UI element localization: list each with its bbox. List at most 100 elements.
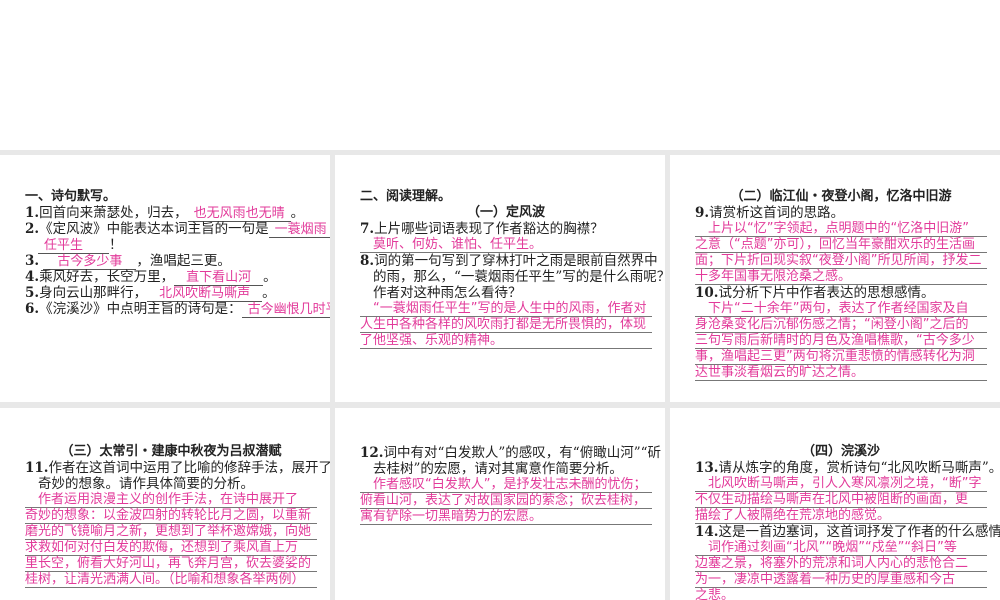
- item-text: ，渔唱起三更。: [136, 253, 231, 269]
- section-heading: 一、诗句默写。: [25, 189, 117, 204]
- answer-line: 磨光的飞镜喻月之新，更想到了举杯邀嫦娥，向她: [25, 524, 317, 540]
- item-number: 3.: [25, 253, 40, 269]
- item-text: 身向云山那畔行，: [39, 285, 148, 301]
- dictation-item-6: 6.《浣溪沙》中点明主旨的诗句是：古今幽恨几时平！: [25, 301, 330, 318]
- question-10: 10.试分析下片中作者表达的思想感情。: [695, 285, 987, 301]
- question-7: 7.上片哪些词语表现了作者豁达的胸襟？: [360, 221, 652, 237]
- answer-line: 了他坚强、乐观的精神。: [360, 333, 652, 349]
- question-number: 14.: [695, 524, 719, 540]
- item-text: 乘风好去，长空万里，: [39, 269, 175, 285]
- dictation-item-4: 4.乘风好去，长空万里， 直下看山河。: [25, 269, 317, 286]
- question-number: 13.: [695, 460, 719, 476]
- question-number: 11.: [25, 460, 49, 476]
- poem-subtitle: （四）浣溪沙: [801, 444, 880, 459]
- question-11: 11.作者在这首词中运用了比喻的修辞手法，展开了: [25, 460, 330, 476]
- dictation-item-1: 1.回首向来萧瑟处，归去， 也无风雨也无晴。: [25, 205, 317, 222]
- question-text: 奇妙的想象。请作具体简要的分析。: [38, 476, 254, 492]
- item-number: 1.: [25, 205, 40, 221]
- panel-huanxisha: （四）浣溪沙 13.请从炼字的角度，赏析诗句“北风吹断马嘶声”。 北风吹断马嘶声…: [670, 408, 1000, 600]
- item-text: 《浣溪沙》中点明主旨的诗句是：: [39, 301, 242, 317]
- panel-taichangyin: （三）太常引・建康中秋夜为吕叔潜赋 11.作者在这首词中运用了比喻的修辞手法，展…: [0, 408, 330, 600]
- question-12: 12.词中有对“白发欺人”的感叹，有“俯瞰山河”“斫: [360, 445, 661, 461]
- answer-line: “一蓑烟雨任平生”写的是人生中的风雨，作者对: [360, 301, 652, 317]
- dictation-item-3: 3. 古今多少事 ，渔唱起三更。: [25, 253, 317, 270]
- answer-line: 北风吹断马嘶声，引人入寒风凛冽之境，“断”字: [695, 476, 987, 492]
- panel-dingfengbo: 二、阅读理解。 （一）定风波 7.上片哪些词语表现了作者豁达的胸襟？ 莫听、何妨…: [335, 155, 665, 402]
- poem-subtitle: （三）太常引・建康中秋夜为吕叔潜赋: [60, 444, 282, 459]
- answer-line: 人生中各种各样的风吹雨打都是无所畏惧的，体现: [360, 317, 652, 333]
- answer-line: 俯看山河，表达了对故国家园的萦念；砍去桂树，: [360, 493, 652, 509]
- answer-line: 面；下片折回现实叙“夜登小阁”所见所闻，抒发二: [695, 253, 987, 269]
- answer-blank: 也无风雨也无晴: [187, 207, 291, 222]
- answer-line: 作者运用浪漫主义的创作手法，在诗中展开了: [25, 492, 317, 508]
- reading-block: （三）太常引・建康中秋夜为吕叔潜赋 11.作者在这首词中运用了比喻的修辞手法，展…: [25, 444, 330, 588]
- panel-poem-dictation: 一、诗句默写。 1.回首向来萧瑟处，归去， 也无风雨也无晴。 2.《定风波》中能表…: [0, 155, 330, 402]
- answer-line: 上片以“忆”字领起，点明题中的“忆洛中旧游”: [695, 221, 987, 237]
- answer-line: 莫听、何妨、谁怕、任平生。: [360, 237, 652, 253]
- question-14: 14.这是一首边塞词，这首词抒发了作者的什么感情？: [695, 524, 1000, 540]
- answer-line: 寓有铲除一切黑暗势力的宏愿。: [360, 509, 652, 525]
- item-text: 。: [262, 285, 276, 301]
- item-text: 。: [263, 269, 277, 285]
- panel-linjiangxian: （二）临江仙・夜登小阁，忆洛中旧游 9.请赏析这首词的思路。 上片以“忆”字领起…: [670, 155, 1000, 402]
- answer-line: 为一，凄凉中透露着一种历史的厚重感和今古: [695, 572, 987, 588]
- answer-blank: 古今多少事: [43, 255, 137, 270]
- poem-subtitle: （二）临江仙・夜登小阁，忆洛中旧游: [730, 189, 952, 204]
- question-text: 试分析下片中作者表达的思想感情。: [718, 285, 935, 301]
- question-9: 9.请赏析这首词的思路。: [695, 205, 987, 221]
- question-text: 去桂树”的宏愿，请对其寓意作简要分析。: [373, 461, 623, 477]
- question-text: 这是一首边塞词，这首词抒发了作者的什么感情？: [718, 524, 1000, 540]
- answer-line: 之悲。: [695, 588, 987, 600]
- answer-line: 下片“二十余年”两句，表达了作者经国家及自: [695, 301, 987, 317]
- answer-blank: 直下看山河: [174, 271, 264, 286]
- question-number: 8.: [360, 253, 375, 269]
- poem-subtitle: （一）定风波: [466, 205, 545, 220]
- answer-blank: 古今幽恨几时平: [241, 303, 330, 318]
- item-text: 。: [290, 205, 305, 221]
- question-13: 13.请从炼字的角度，赏析诗句“北风吹断马嘶声”。: [695, 460, 1000, 476]
- answer-line: 作者感叹“白发欺人”，是抒发壮志未酬的忧伤；: [360, 477, 652, 493]
- question-text: 上片哪些词语表现了作者豁达的胸襟？: [374, 221, 604, 237]
- answer-line: 求救如何对付白发的欺侮，还想到了乘风直上万: [25, 540, 317, 556]
- question-text: 的雨，那么，“一蓑烟雨任平生”写的是什么雨呢？: [373, 269, 665, 285]
- question-text: 请赏析这首词的思路。: [709, 205, 845, 221]
- item-text: ！: [109, 237, 123, 253]
- item-number: 5.: [25, 285, 40, 301]
- dictation-block: 一、诗句默写。 1.回首向来萧瑟处，归去， 也无风雨也无晴。 2.《定风波》中能表…: [25, 189, 330, 318]
- item-number: 6.: [25, 301, 40, 317]
- answer-blank: 一蓑烟雨: [268, 223, 330, 238]
- question-8: 8.词的第一句写到了穿林打叶之雨是眼前自然界中: [360, 253, 658, 269]
- item-number: 2.: [25, 221, 40, 237]
- question-number: 12.: [360, 445, 384, 461]
- item-text: 回首向来萧瑟处，归去，: [39, 205, 188, 221]
- item-text: 《定风波》中能表达本词主旨的一句是: [39, 221, 269, 237]
- answer-line: 词作通过刻画“北风”“晚烟”“戍垒”“斜日”等: [695, 540, 987, 556]
- answer-line: 描绘了人被隔绝在荒凉地的感觉。: [695, 508, 987, 524]
- answer-line: 达世事淡看烟云的旷达之情。: [695, 365, 987, 381]
- question-text: 词的第一句写到了穿林打叶之雨是眼前自然界中: [374, 253, 658, 269]
- answer-line: 桂树，让清光洒满人间。（比喻和想象各举两例）: [25, 572, 317, 588]
- reading-block: 二、阅读理解。 （一）定风波 7.上片哪些词语表现了作者豁达的胸襟？ 莫听、何妨…: [360, 189, 665, 349]
- reading-block: 12.词中有对“白发欺人”的感叹，有“俯瞰山河”“斫 去桂树”的宏愿，请对其寓意…: [360, 445, 661, 525]
- reading-block: （四）浣溪沙 13.请从炼字的角度，赏析诗句“北风吹断马嘶声”。 北风吹断马嘶声…: [695, 444, 1000, 600]
- question-text: 请从炼字的角度，赏析诗句“北风吹断马嘶声”。: [718, 460, 1000, 476]
- question-text: 作者对这种雨怎么看待？: [373, 285, 522, 301]
- answer-line: 奇妙的想象：以金波四射的转轮比月之圆，以重新: [25, 508, 317, 524]
- answer-line: 身沧桑变化后沉郁伤感之情；“闲登小阁”之后的: [695, 317, 987, 333]
- question-number: 9.: [695, 205, 710, 221]
- panel-question-12: 12.词中有对“白发欺人”的感叹，有“俯瞰山河”“斫 去桂树”的宏愿，请对其寓意…: [335, 408, 665, 600]
- section-heading: 二、阅读理解。: [360, 189, 452, 204]
- answer-line: 边塞之景，将塞外的荒凉和词人内心的悲怆合二: [695, 556, 987, 572]
- question-text: 作者在这首词中运用了比喻的修辞手法，展开了: [48, 460, 331, 476]
- answer-line: 十多年国事无限沧桑之感。: [695, 269, 987, 285]
- answer-blank: 任平生: [38, 239, 110, 254]
- dictation-item-5: 5.身向云山那畔行， 北风吹断马嘶声。: [25, 285, 317, 302]
- answer-line: 里长空，俯看大好河山，再飞奔月宫，砍去婆娑的: [25, 556, 317, 572]
- answer-line: 三句写雨后新晴时的月色及渔唱樵歌，“古今多少: [695, 333, 987, 349]
- dictation-item-2: 2.《定风波》中能表达本词主旨的一句是 一蓑烟雨: [25, 221, 330, 238]
- reading-block: （二）临江仙・夜登小阁，忆洛中旧游 9.请赏析这首词的思路。 上片以“忆”字领起…: [695, 189, 987, 381]
- dictation-item-2-cont: 任平生！: [25, 237, 317, 254]
- question-number: 7.: [360, 221, 375, 237]
- question-number: 10.: [695, 285, 719, 301]
- answer-blank: 北风吹断马嘶声: [147, 287, 263, 302]
